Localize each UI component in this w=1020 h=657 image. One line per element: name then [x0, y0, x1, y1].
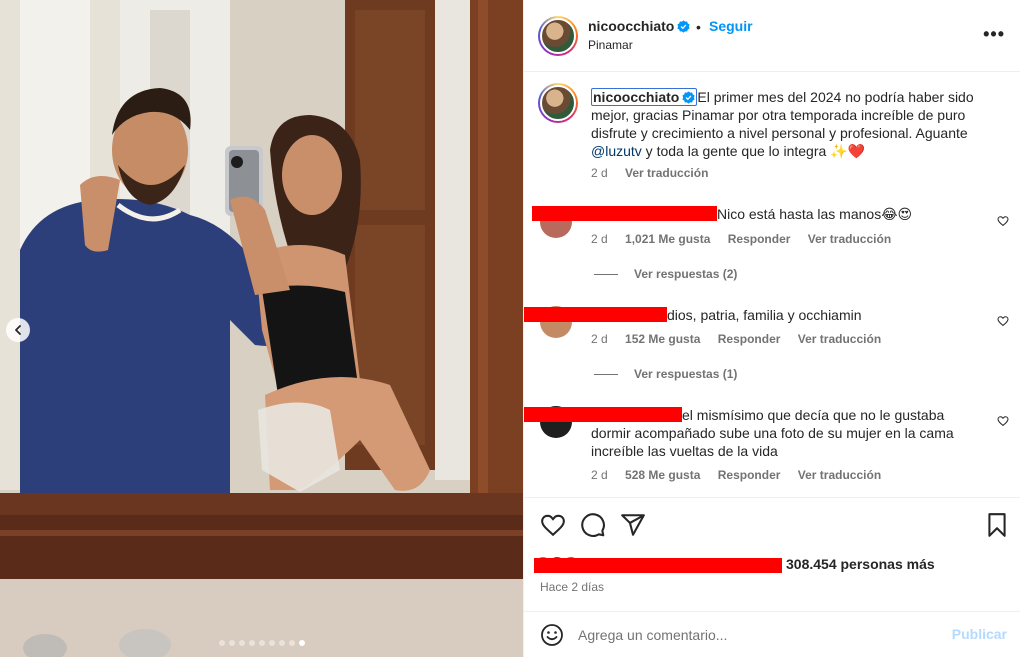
bookmark-icon[interactable] [984, 512, 1010, 538]
carousel-dot [288, 640, 295, 646]
caption-text-end: y toda la gente que lo integra ✨❤️ [641, 143, 866, 159]
more-options-button[interactable]: ••• [983, 24, 1005, 45]
carousel-dot [268, 640, 275, 646]
carousel-dot [218, 640, 225, 646]
comment-like-heart-icon[interactable] [997, 315, 1009, 327]
carousel-dot [228, 640, 235, 646]
carousel-dot [278, 640, 285, 646]
comment-meta: 2 d 152 Me gusta Responder Ver traducció… [591, 332, 895, 346]
comment-likes[interactable]: 152 Me gusta [625, 332, 700, 346]
comment-age: 2 d [591, 468, 608, 482]
comment-text: Nico está hasta las manos😂😍 [717, 206, 913, 222]
carousel-indicator [0, 640, 523, 646]
post-caption: nicoocchiato El primer mes del 2024 no po… [591, 88, 991, 160]
caption-username[interactable]: nicoocchiato [591, 88, 698, 106]
comment-age: 2 d [591, 332, 608, 346]
comments-list[interactable]: nicoocchiato El primer mes del 2024 no po… [524, 73, 1020, 496]
carousel-dot [248, 640, 255, 646]
caption-avatar[interactable] [538, 83, 578, 123]
redaction-bar [524, 307, 667, 322]
post-location[interactable]: Pinamar [588, 38, 633, 52]
reply-link[interactable]: Responder [718, 332, 781, 346]
chevron-left-icon [15, 325, 21, 335]
post-photo[interactable] [0, 0, 523, 657]
reply-link[interactable]: Responder [728, 232, 791, 246]
post-actions: 308.454 personas más Hace 2 días [524, 497, 1020, 617]
post-time[interactable]: Hace 2 días [540, 580, 604, 594]
comment-icon[interactable] [580, 512, 606, 538]
caption-meta: 2 d Ver traducción [591, 166, 722, 180]
caption-translate-link[interactable]: Ver traducción [625, 166, 708, 180]
previous-slide-button[interactable] [6, 318, 30, 342]
comment-meta: 2 d 528 Me gusta Responder Ver traducció… [591, 468, 895, 482]
verified-badge-icon [682, 91, 695, 104]
reply-link[interactable]: Responder [718, 468, 781, 482]
carousel-dot [238, 640, 245, 646]
mirror-selfie-image [0, 0, 523, 657]
view-replies-link[interactable]: Ver respuestas (1) [594, 367, 737, 381]
emoji-icon[interactable] [540, 623, 564, 647]
post-side-panel: nicoocchiato • Seguir Pinamar ••• nicooc… [523, 0, 1020, 657]
comment-like-heart-icon[interactable] [997, 215, 1009, 227]
publish-button[interactable]: Publicar [952, 626, 1007, 642]
comment-text: dios, patria, familia y occhiamin [667, 307, 862, 323]
comment-likes[interactable]: 528 Me gusta [625, 468, 700, 482]
header-separator: • [696, 19, 701, 35]
carousel-dot [298, 640, 305, 646]
redaction-bar [534, 558, 782, 573]
follow-button[interactable]: Seguir [709, 18, 753, 34]
comment-age: 2 d [591, 232, 608, 246]
share-icon[interactable] [620, 512, 646, 538]
view-replies-link[interactable]: Ver respuestas (2) [594, 267, 737, 281]
carousel-dot [258, 640, 265, 646]
verified-badge-icon [677, 20, 690, 33]
likes-count[interactable]: 308.454 personas más [786, 556, 935, 572]
comment-like-heart-icon[interactable] [997, 415, 1009, 427]
author-username[interactable]: nicoocchiato [588, 18, 690, 34]
author-avatar[interactable] [538, 16, 578, 56]
comment-translate-link[interactable]: Ver traducción [808, 232, 891, 246]
like-heart-icon[interactable] [540, 512, 566, 538]
comment-meta: 2 d 1,021 Me gusta Responder Ver traducc… [591, 232, 905, 246]
caption-mention[interactable]: @luzutv [591, 143, 642, 159]
comment-translate-link[interactable]: Ver traducción [798, 332, 881, 346]
comment-translate-link[interactable]: Ver traducción [798, 468, 881, 482]
add-comment-bar: Publicar [524, 611, 1020, 657]
comment-input[interactable] [578, 623, 938, 647]
comment-likes[interactable]: 1,021 Me gusta [625, 232, 710, 246]
redaction-bar [532, 206, 717, 221]
caption-age: 2 d [591, 166, 608, 180]
post-header: nicoocchiato • Seguir Pinamar ••• [524, 0, 1020, 72]
comment-text: el mismísimo que decía que no le gustaba… [591, 407, 954, 459]
